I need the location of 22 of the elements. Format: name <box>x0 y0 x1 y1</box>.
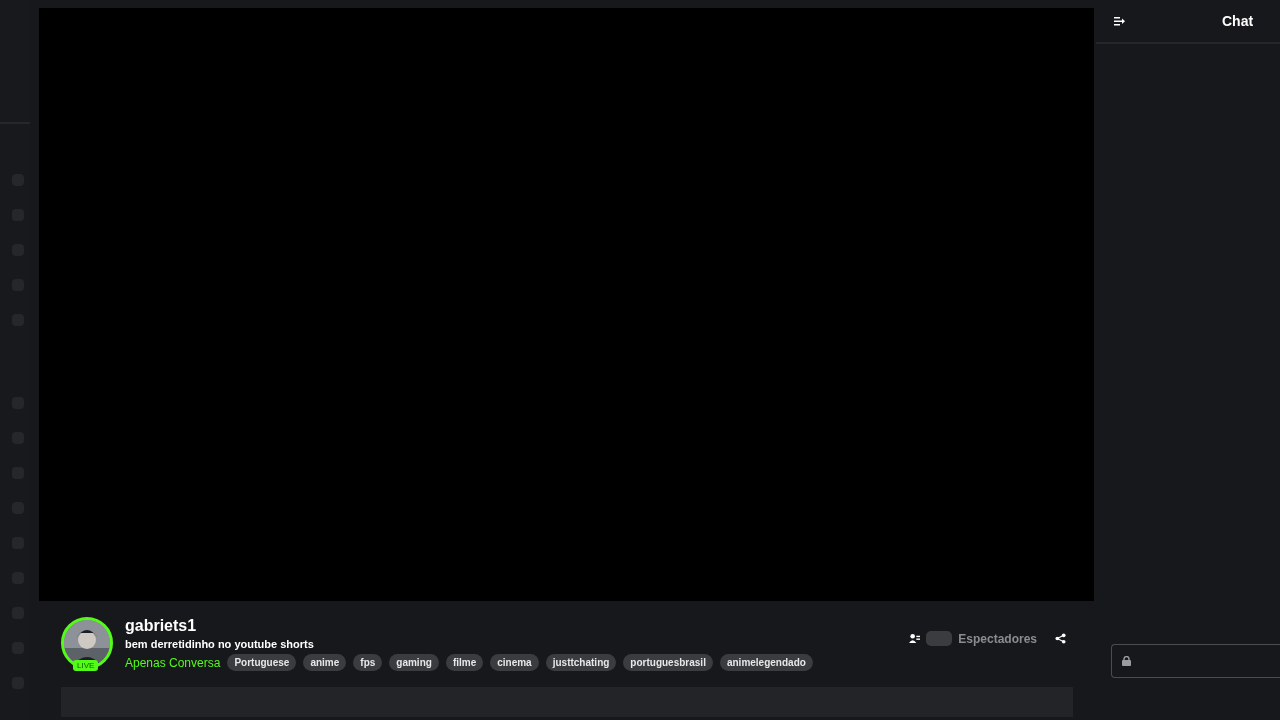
category-link[interactable]: Apenas Conversa <box>125 655 221 670</box>
tag[interactable]: animelegendado <box>719 654 813 671</box>
tag[interactable]: fps <box>353 654 383 671</box>
chat-input[interactable] <box>1111 644 1280 678</box>
viewers-label: Espectadores <box>958 631 1037 646</box>
tag[interactable]: justtchating <box>545 654 617 671</box>
viewers-icon <box>909 633 921 644</box>
chat-title: Chat <box>1222 13 1254 29</box>
channel-name: gabriets1 <box>125 617 198 635</box>
tag[interactable]: Portuguese <box>227 654 297 671</box>
share-button[interactable] <box>1055 633 1066 644</box>
tag[interactable]: gaming <box>389 654 439 671</box>
stream-title: bem derretidinho no youtube shorts <box>125 638 315 650</box>
viewer-count-placeholder <box>926 631 953 646</box>
tag[interactable]: portuguesbrasil <box>623 654 713 671</box>
collapse-chat-button[interactable] <box>1114 16 1125 26</box>
tag[interactable]: cinema <box>490 654 539 671</box>
tag[interactable]: filme <box>445 654 484 671</box>
tag[interactable]: anime <box>303 654 347 671</box>
lock-icon <box>1122 656 1131 666</box>
channel-avatar[interactable] <box>61 617 113 669</box>
live-badge: LIVE <box>73 660 99 671</box>
